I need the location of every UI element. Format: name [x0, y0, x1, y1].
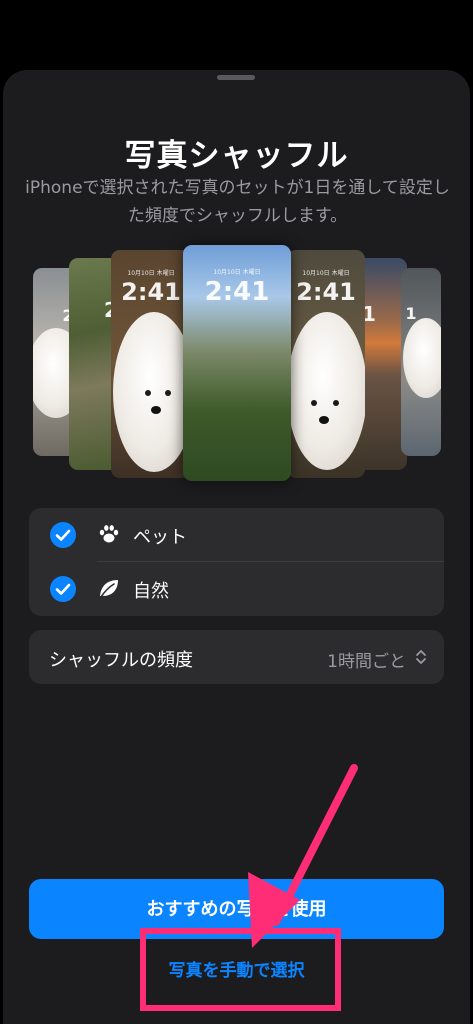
sheet-grabber[interactable]: [217, 75, 255, 80]
chevron-up-down-icon[interactable]: [414, 647, 428, 667]
sheet-description: iPhoneで選択された写真のセットが1日を通して設定した頻度でシャッフルします…: [25, 178, 450, 226]
preview-card-dog: 10月10日 木曜日 2:41: [111, 250, 191, 478]
wallpaper-preview-carousel[interactable]: 2 2 10月10日 木曜日 2:41 1 1: [3, 245, 470, 485]
preview-clock: 1: [405, 304, 417, 323]
leaf-icon: [97, 576, 121, 600]
shuffle-frequency-label: シャッフルの頻度: [49, 650, 193, 671]
preview-card-forest-center: 10月10日 木曜日 2:41: [183, 245, 291, 481]
annotation-highlight-box: [140, 928, 341, 1011]
sheet-title: 写真シャッフル: [124, 138, 349, 174]
dog-photo: [113, 312, 191, 472]
preview-card-dog-right-2: 10月10日 木曜日 2:41: [287, 250, 365, 478]
shuffle-frequency-value[interactable]: 1時間ごと: [327, 647, 406, 672]
dog-nose: [151, 406, 161, 414]
photo-shuffle-sheet: 写真シャッフル iPhoneで選択された写真のセットが1日を通して設定した頻度で…: [3, 70, 470, 1024]
paw-icon: [97, 522, 121, 546]
dog-photo: [287, 312, 365, 470]
dog-eye: [165, 390, 171, 396]
preview-date: 10月10日 木曜日: [213, 269, 261, 276]
preview-clock: 2:41: [204, 277, 270, 307]
dog-eye: [333, 400, 339, 406]
preview-clock: 2:41: [121, 278, 181, 306]
option-label-pets: ペット: [133, 527, 187, 548]
checkmark-icon[interactable]: [50, 576, 76, 602]
dog-photo: [403, 318, 441, 398]
dog-nose: [319, 416, 329, 424]
category-options: ペット 自然: [29, 508, 444, 616]
option-row-pets[interactable]: ペット: [29, 508, 444, 562]
checkmark-icon[interactable]: [50, 522, 76, 548]
screen: 写真シャッフル iPhoneで選択された写真のセットが1日を通して設定した頻度で…: [0, 0, 473, 1024]
preview-date: 10月10日 木曜日: [127, 270, 175, 277]
dog-eye: [311, 400, 317, 406]
preview-date: 10月10日 木曜日: [302, 270, 350, 277]
shuffle-frequency-row[interactable]: シャッフルの頻度 1時間ごと: [29, 630, 444, 684]
dog-eye: [145, 390, 151, 396]
preview-clock: 2:41: [296, 278, 356, 306]
option-label-nature: 自然: [133, 581, 169, 602]
preview-card-dog-right: 1: [401, 268, 441, 456]
option-row-nature[interactable]: 自然: [29, 562, 444, 616]
